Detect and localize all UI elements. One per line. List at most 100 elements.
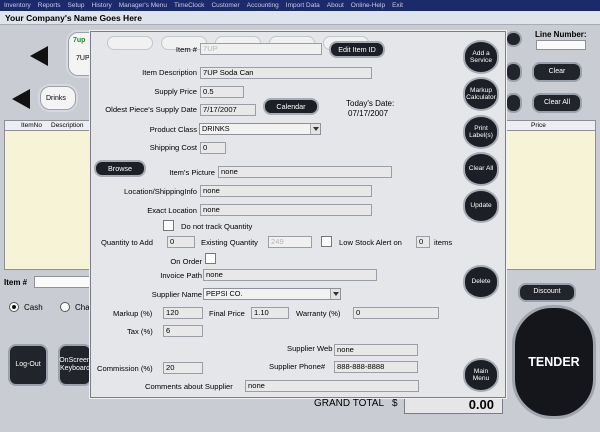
logout-button[interactable]: Log-Out [8, 344, 48, 386]
menu-item-customer[interactable]: Customer [211, 2, 239, 9]
clear-all-dialog-button[interactable]: Clear All [463, 152, 499, 186]
picture-label: Item's Picture [169, 168, 215, 177]
item-editor-dialog: Item # 7UP Edit Item ID Item Description… [90, 31, 506, 398]
delete-button[interactable]: Delete [463, 265, 499, 299]
supplier-name-label: Supplier Name [151, 290, 202, 299]
company-header: Your Company's Name Goes Here [0, 11, 600, 25]
bg-partial-button-mid[interactable] [505, 62, 522, 82]
supplier-web-label: Supplier Web [287, 344, 333, 353]
menu-item-setup[interactable]: Setup [68, 2, 85, 9]
cash-label: Cash [24, 303, 43, 312]
warranty-field[interactable]: 0 [353, 307, 439, 319]
bg-partial-button-low[interactable] [505, 93, 522, 113]
grand-total-currency: $ [392, 398, 398, 409]
description-label: Item Description [142, 68, 197, 77]
no-track-label: Do not track Quantity [181, 222, 253, 231]
tax-field[interactable]: 6 [163, 325, 203, 337]
dropdown-arrow-icon[interactable] [330, 289, 340, 299]
supplier-name-select[interactable]: PEPSI CO. [203, 288, 341, 300]
item-no-field[interactable]: 7UP [200, 43, 322, 55]
product-class-select[interactable]: DRINKS [199, 123, 321, 135]
on-order-label: On Order [170, 257, 202, 266]
supplier-phone-field[interactable]: 888-888-8888 [334, 361, 418, 373]
browse-button[interactable]: Browse [94, 160, 146, 177]
item-no-label: Item # [175, 45, 197, 54]
menu-item-online-help[interactable]: Online-Help [351, 2, 385, 9]
menu-bar: Inventory Reports Setup History Manager's Me… [0, 0, 600, 11]
low-stock-checkbox[interactable] [321, 236, 332, 247]
col-itemno: ItemNo [21, 122, 42, 129]
item-tile-label: 7UP [76, 55, 90, 62]
print-labels-button[interactable]: Print Label(s) [463, 115, 499, 149]
low-stock-field[interactable]: 0 [416, 236, 430, 248]
menu-item-accounting[interactable]: Accounting [247, 2, 279, 9]
supplier-web-field[interactable]: none [334, 344, 418, 356]
category-tile-drinks[interactable]: Drinks [40, 86, 76, 110]
menu-item-timeclock[interactable]: TimeClock [174, 2, 204, 9]
invoice-path-field[interactable]: none [203, 269, 377, 281]
charge-radio[interactable] [60, 302, 70, 312]
shipping-cost-label: Shipping Cost [149, 143, 197, 152]
commission-field[interactable]: 20 [163, 362, 203, 374]
menu-item-history[interactable]: History [92, 2, 112, 9]
markup-label: Markup (%) [113, 309, 153, 318]
calendar-button[interactable]: Calendar [263, 98, 319, 115]
tender-button[interactable]: TENDER [512, 305, 596, 419]
markup-calculator-button[interactable]: Markup Calculator [463, 77, 499, 111]
no-track-checkbox[interactable] [163, 220, 174, 231]
exact-location-field[interactable]: none [200, 204, 372, 216]
low-stock-label: Low Stock Alert on [339, 238, 402, 247]
location-label: Location/ShippingInfo [123, 187, 197, 196]
supply-price-field[interactable]: 0.5 [200, 86, 244, 98]
add-service-button[interactable]: Add a Service [463, 40, 499, 74]
warranty-label: Warranty (%) [296, 309, 341, 318]
update-button[interactable]: Update [463, 189, 499, 223]
markup-field[interactable]: 120 [163, 307, 203, 319]
supply-date-field[interactable]: 7/17/2007 [200, 104, 256, 116]
menu-item-exit[interactable]: Exit [392, 2, 403, 9]
product-class-label: Product Class [149, 125, 197, 134]
grand-total-label: GRAND TOTAL [314, 398, 385, 409]
dropdown-arrow-icon[interactable] [310, 124, 320, 134]
main-menu-button[interactable]: Main Menu [463, 358, 499, 392]
description-field[interactable]: 7UP Soda Can [200, 67, 372, 79]
final-price-label: Final Price [209, 309, 245, 318]
picture-field[interactable]: none [218, 166, 392, 178]
col-price: Price [531, 122, 546, 129]
qty-add-label: Quantity to Add [101, 238, 153, 247]
todays-date-value: 07/17/2007 [348, 109, 389, 118]
bg-partial-button-top[interactable] [505, 31, 522, 47]
product-class-value: DRINKS [202, 124, 230, 133]
supplier-name-value: PEPSI CO. [206, 289, 243, 298]
supplier-phone-label: Supplier Phone# [269, 362, 326, 371]
todays-date-label: Today's Date: [346, 99, 395, 108]
dialog-tab-1[interactable] [107, 36, 153, 50]
onscreen-keyboard-button[interactable]: OnScreen Keyboard [58, 344, 92, 386]
cash-radio[interactable] [9, 302, 19, 312]
item-number-input[interactable] [34, 276, 90, 288]
tax-label: Tax (%) [127, 327, 153, 336]
category-left-arrow-icon[interactable] [12, 89, 30, 109]
menu-item-reports[interactable]: Reports [38, 2, 61, 9]
on-order-checkbox[interactable] [205, 253, 216, 264]
item-number-label: Item # [4, 278, 28, 287]
commission-label: Commission (%) [97, 364, 153, 373]
comments-field[interactable]: none [245, 380, 419, 392]
qty-add-field[interactable]: 0 [167, 236, 195, 248]
edit-item-id-button[interactable]: Edit Item ID [329, 41, 385, 58]
shipping-cost-field[interactable]: 0 [200, 142, 226, 154]
final-price-field[interactable]: 1.10 [251, 307, 289, 319]
category-tile-label: Drinks [46, 95, 66, 102]
menu-item-import-data[interactable]: Import Data [286, 2, 320, 9]
scroll-left-arrow-icon[interactable] [30, 46, 48, 66]
clear-button[interactable]: Clear [532, 62, 582, 82]
menu-item-manager-s-menu[interactable]: Manager's Menu [119, 2, 167, 9]
supply-date-label: Oldest Piece's Supply Date [105, 105, 197, 114]
supply-price-label: Supply Price [154, 87, 197, 96]
menu-item-about[interactable]: About [327, 2, 344, 9]
location-field[interactable]: none [200, 185, 372, 197]
clear-all-button[interactable]: Clear All [532, 93, 582, 113]
menu-item-inventory[interactable]: Inventory [4, 2, 31, 9]
line-number-input[interactable] [536, 40, 586, 50]
discount-button[interactable]: Discount [518, 283, 576, 302]
